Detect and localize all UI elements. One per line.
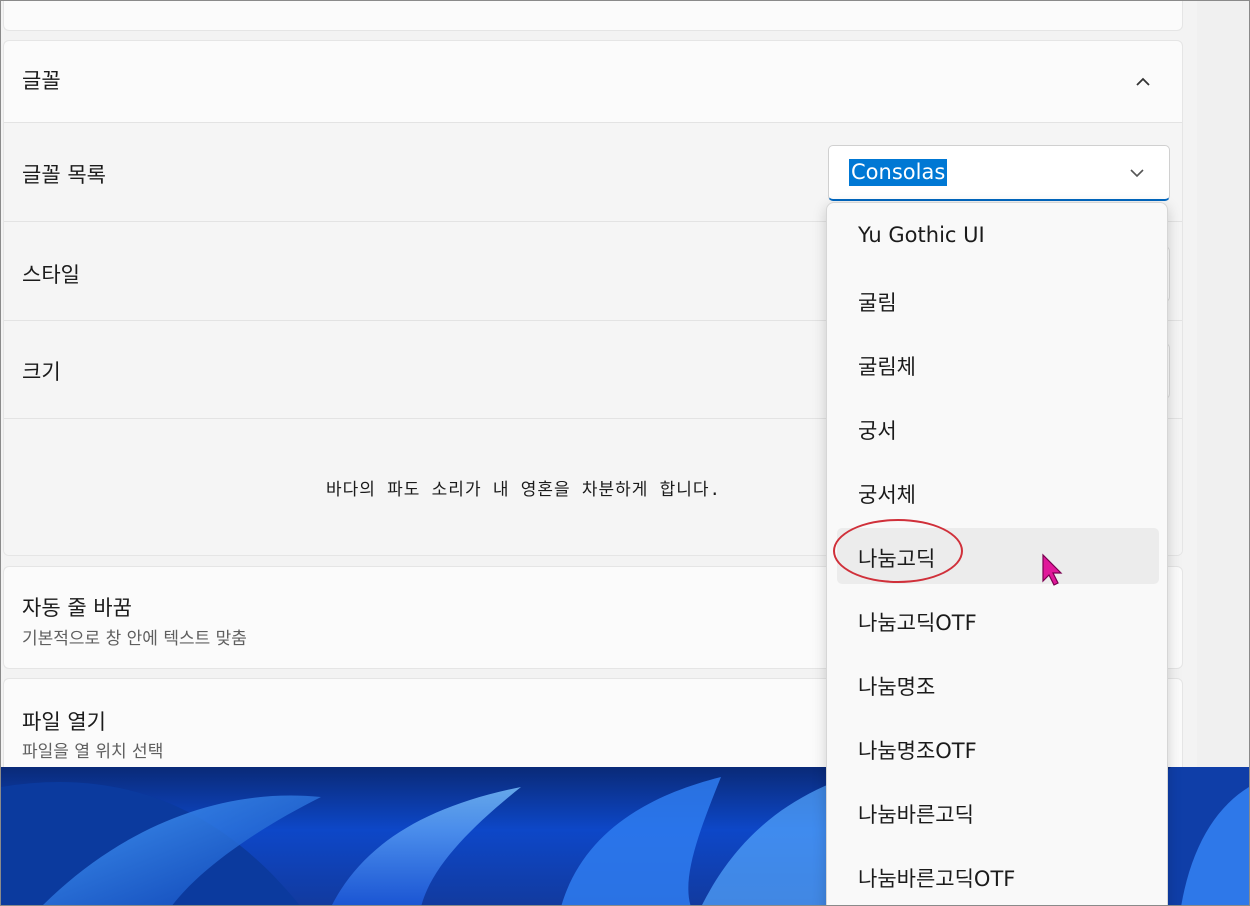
font-dropdown-list[interactable]: Yu Gothic UI 굴림굴림체궁서궁서체나눔고딕나눔고딕OTF 나눔명조나눔명… xyxy=(826,202,1168,905)
font-section-title: 글꼴 xyxy=(22,69,61,93)
dropdown-option-label: 궁서체 xyxy=(858,483,916,507)
font-size-label: 크기 xyxy=(22,360,61,384)
previous-setting-card xyxy=(3,1,1183,31)
dropdown-option[interactable]: 나눔고딕 xyxy=(837,528,1159,584)
dropdown-option-label: 나눔명조 xyxy=(858,675,936,699)
dropdown-option[interactable]: 나눔고딕OTF xyxy=(837,592,1159,648)
dropdown-option-label: 굴림체 xyxy=(858,355,916,379)
dropdown-option-label: 나눔바른고딕OTF xyxy=(858,867,1016,891)
chevron-down-icon[interactable] xyxy=(1127,163,1147,183)
font-preview-text: 바다의 파도 소리가 내 영혼을 차분하게 합니다. xyxy=(326,480,721,500)
font-list-selected-value[interactable]: Consolas xyxy=(849,159,948,186)
open-file-title: 파일 열기 xyxy=(22,710,106,734)
dropdown-option[interactable]: 굴림 xyxy=(837,272,1159,328)
mouse-pointer-icon xyxy=(1042,553,1063,586)
font-section-header[interactable]: 글꼴 xyxy=(4,41,1182,122)
word-wrap-description: 기본적으로 창 안에 텍스트 맞춤 xyxy=(22,629,247,649)
font-list-label: 글꼴 목록 xyxy=(22,163,106,187)
dropdown-option[interactable]: 나눔명조 xyxy=(837,656,1159,712)
word-wrap-title: 자동 줄 바꿈 xyxy=(22,596,132,620)
chevron-up-icon[interactable] xyxy=(1132,71,1154,93)
dropdown-option[interactable]: 나눔바른고딕 xyxy=(837,784,1159,840)
open-file-description: 파일을 열 위치 선택 xyxy=(22,742,164,762)
dropdown-option[interactable]: 나눔바른고딕OTF xyxy=(837,848,1159,904)
settings-window: 글꼴 글꼴 목록 Consolas 스타일 크기 바다의 파도 소리가 내 영혼… xyxy=(0,0,1250,906)
dropdown-option[interactable]: Yu Gothic UI xyxy=(837,208,1159,264)
dropdown-option-label: 굴림 xyxy=(858,291,897,315)
dropdown-option-label: 궁서 xyxy=(858,419,897,443)
dropdown-option-label: 나눔고딕 xyxy=(858,547,936,571)
dropdown-option[interactable]: 궁서체 xyxy=(837,464,1159,520)
dropdown-option-label: 나눔명조OTF xyxy=(858,739,977,763)
dropdown-option-label: 나눔고딕OTF xyxy=(858,611,977,635)
font-style-label: 스타일 xyxy=(22,263,80,287)
dropdown-option[interactable]: 궁서 xyxy=(837,400,1159,456)
font-list-select[interactable]: Consolas xyxy=(828,145,1170,201)
dropdown-option[interactable]: 굴림체 xyxy=(837,336,1159,392)
dropdown-option-label: Yu Gothic UI xyxy=(858,223,985,247)
dropdown-option[interactable]: 나눔명조OTF xyxy=(837,720,1159,776)
dropdown-option-label: 나눔바른고딕 xyxy=(858,803,974,827)
